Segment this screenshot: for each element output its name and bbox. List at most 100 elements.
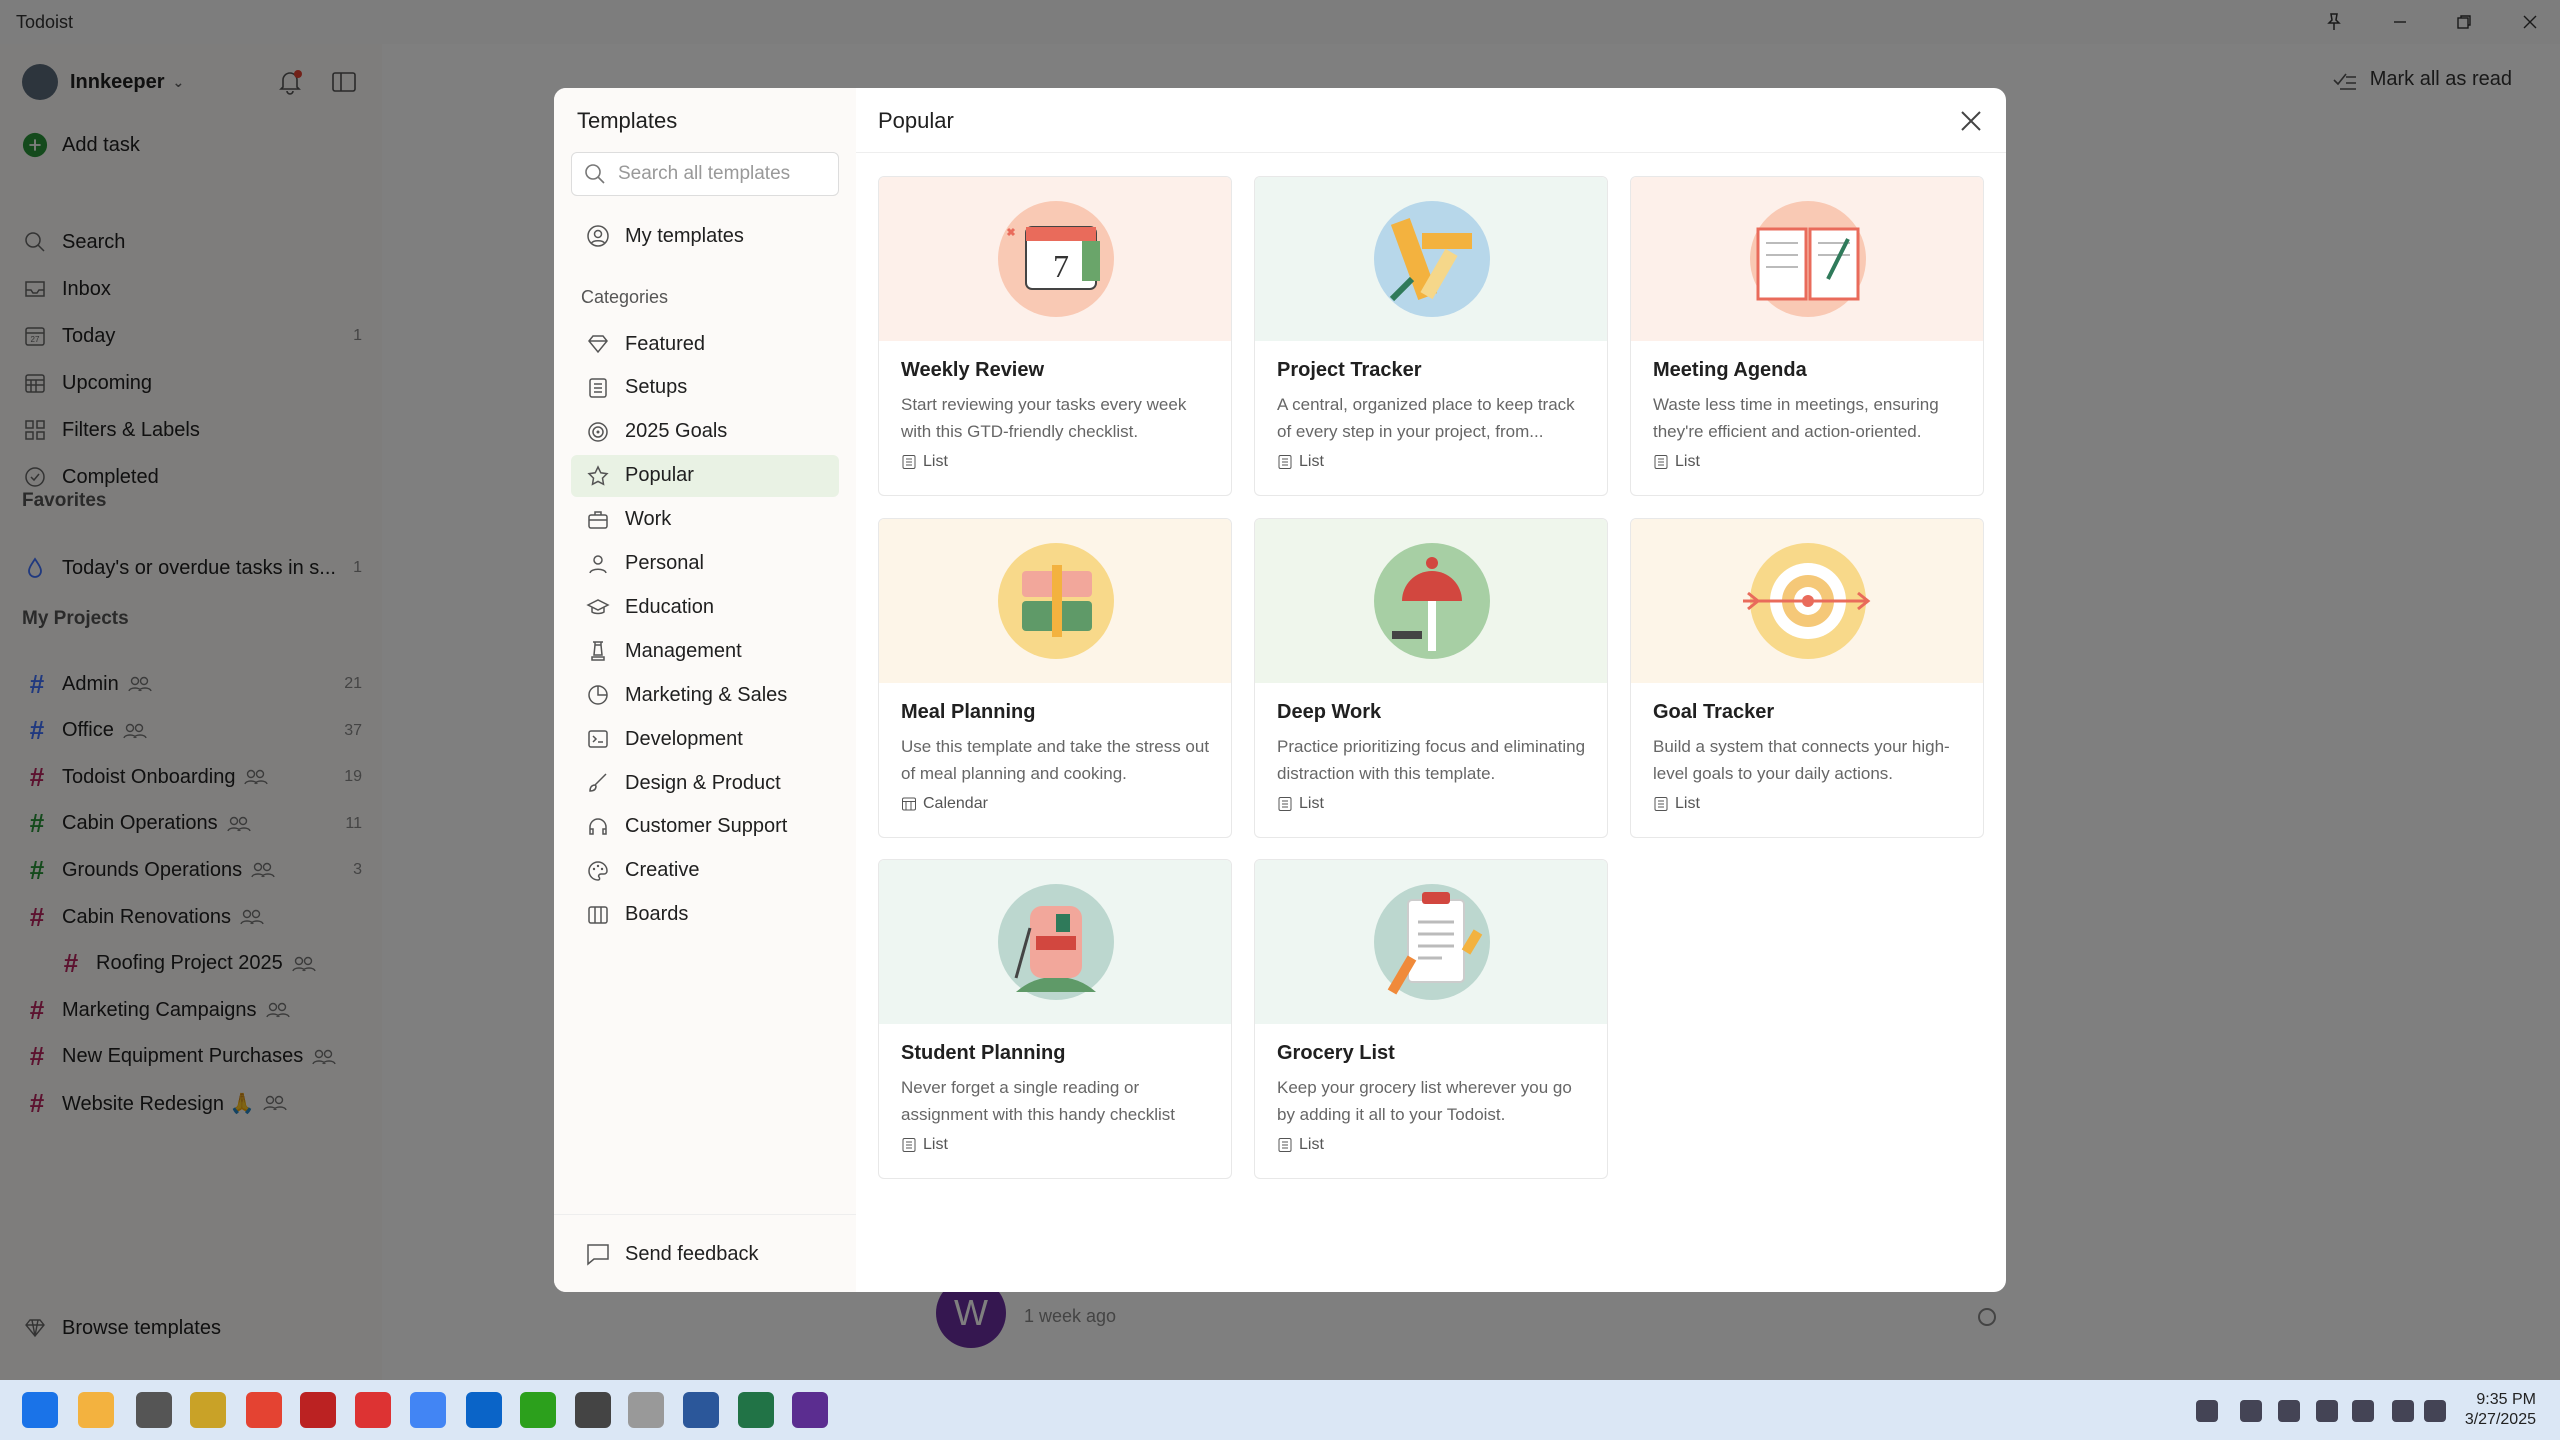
taskbar-app-icon[interactable] xyxy=(628,1392,664,1428)
target-icon xyxy=(585,419,611,445)
chevron-up-icon[interactable] xyxy=(2196,1400,2218,1422)
template-card-grocery-list[interactable]: Grocery List Keep your grocery list where… xyxy=(1254,859,1608,1179)
category-setups[interactable]: Setups xyxy=(571,367,839,409)
palette-icon xyxy=(585,858,611,884)
template-type-label: List xyxy=(1299,795,1324,812)
section-title: Popular xyxy=(878,108,954,133)
category-popular[interactable]: Popular xyxy=(571,454,839,497)
taskbar-app-icon[interactable] xyxy=(136,1392,172,1428)
taskbar-app-icon[interactable] xyxy=(190,1392,226,1428)
template-card-student-planning[interactable]: Student Planning Never forget a single re… xyxy=(878,859,1232,1179)
category-personal[interactable]: Personal xyxy=(571,543,839,585)
template-type-label: Calendar xyxy=(923,795,988,812)
template-description: Use this template and take the stress ou… xyxy=(901,737,1210,783)
taskbar-windows-start-icon[interactable] xyxy=(22,1392,58,1428)
volume-icon[interactable] xyxy=(2424,1400,2446,1422)
search-placeholder: Search all templates xyxy=(618,163,791,184)
taskbar-quickbooks-icon[interactable] xyxy=(520,1392,556,1428)
category-label: Management xyxy=(625,639,742,662)
category-label: Development xyxy=(625,727,743,750)
close-icon[interactable] xyxy=(1956,106,1986,136)
send-feedback-button[interactable]: Send feedback xyxy=(571,1233,839,1275)
pie-chart-icon xyxy=(585,682,611,708)
target-arrow-illustration xyxy=(1631,519,1983,683)
categories-heading: Categories xyxy=(581,287,669,307)
list-icon xyxy=(585,375,611,401)
clock-time: 9:35 PM xyxy=(2476,1391,2536,1408)
header-divider xyxy=(856,152,2006,153)
templates-content: Popular 7 Weekly Review Start reviewing yo… xyxy=(856,88,2006,1292)
category-creative[interactable]: Creative xyxy=(571,850,839,892)
category-label: Education xyxy=(625,595,714,618)
template-title: Project Tracker xyxy=(1277,359,1422,381)
template-card-weekly-review[interactable]: 7 Weekly Review Start reviewing your tasks… xyxy=(878,176,1232,496)
category-boards[interactable]: Boards xyxy=(571,894,839,936)
template-description: A central, organized place to keep track… xyxy=(1277,395,1575,441)
category-label: Popular xyxy=(625,464,694,487)
user-circle-icon xyxy=(585,223,611,249)
category-featured[interactable]: Featured xyxy=(571,323,839,365)
template-card-project-tracker[interactable]: Project Tracker A central, organized plac… xyxy=(1254,176,1608,496)
category-label: 2025 Goals xyxy=(625,420,728,443)
taskbar-app-icon[interactable] xyxy=(792,1392,828,1428)
list-icon xyxy=(901,1137,917,1153)
category-work[interactable]: Work xyxy=(571,499,839,541)
template-description: Build a system that connects your high-l… xyxy=(1653,737,1950,783)
category-label: Boards xyxy=(625,903,689,926)
category-customer-support[interactable]: Customer Support xyxy=(571,806,839,848)
template-type: List xyxy=(1277,795,1324,813)
diamond-icon xyxy=(585,331,611,357)
category-label: Personal xyxy=(625,552,704,574)
category-2025-goals[interactable]: 2025 Goals xyxy=(571,411,839,453)
taskbar-todoist-icon[interactable] xyxy=(246,1392,282,1428)
list-icon xyxy=(1277,796,1293,812)
template-title: Meeting Agenda xyxy=(1653,359,1807,381)
taskbar-chrome-icon[interactable] xyxy=(410,1392,446,1428)
template-type-label: List xyxy=(923,453,948,470)
taskbar-snipping-tool-icon[interactable] xyxy=(575,1392,611,1428)
svg-text:7: 7 xyxy=(1053,248,1069,284)
my-templates-item[interactable]: My templates xyxy=(571,215,839,257)
category-marketing-sales[interactable]: Marketing & Sales xyxy=(571,674,839,716)
template-title: Weekly Review xyxy=(901,359,1045,381)
taskbar-vivaldi-icon[interactable] xyxy=(355,1392,391,1428)
template-card-meeting-agenda[interactable]: Meeting Agenda Waste less time in meeting… xyxy=(1630,176,1984,496)
clock[interactable]: 9:35 PM 3/27/2025 xyxy=(2465,1390,2536,1430)
template-type: List xyxy=(1653,453,1700,471)
calendar-illustration: 7 xyxy=(879,177,1231,341)
list-icon xyxy=(901,454,917,470)
person-icon xyxy=(585,551,611,577)
search-input[interactable]: Search all templates xyxy=(571,152,839,196)
template-type: List xyxy=(1653,795,1700,813)
taskbar-outlook-icon[interactable] xyxy=(466,1392,502,1428)
category-label: Work xyxy=(625,508,672,531)
category-design-product[interactable]: Design & Product xyxy=(571,762,839,804)
template-card-meal-planning[interactable]: Meal Planning Use this template and take … xyxy=(878,518,1232,838)
template-card-deep-work[interactable]: Deep Work Practice prioritizing focus and… xyxy=(1254,518,1608,838)
template-description: Waste less time in meetings, ensuring th… xyxy=(1653,395,1939,441)
category-education[interactable]: Education xyxy=(571,586,839,628)
template-type-label: List xyxy=(1299,453,1324,470)
microphone-icon[interactable] xyxy=(2352,1400,2374,1422)
app-tray-icon[interactable] xyxy=(2278,1400,2300,1422)
category-development[interactable]: Development xyxy=(571,718,839,760)
template-description: Keep your grocery list wherever you go b… xyxy=(1277,1078,1572,1124)
taskbar-file-explorer-icon[interactable] xyxy=(78,1392,114,1428)
graduation-cap-icon xyxy=(585,594,611,620)
feedback-icon xyxy=(585,1241,611,1267)
template-description: Never forget a single reading or assignm… xyxy=(901,1078,1176,1124)
list-icon xyxy=(1277,1137,1293,1153)
calendar-icon xyxy=(901,796,917,812)
taskbar-excel-icon[interactable] xyxy=(738,1392,774,1428)
template-title: Deep Work xyxy=(1277,701,1382,723)
bluetooth-icon[interactable] xyxy=(2316,1400,2338,1422)
category-label: Design & Product xyxy=(625,771,781,794)
app-tray-icon[interactable] xyxy=(2240,1400,2262,1422)
taskbar-word-icon[interactable] xyxy=(683,1392,719,1428)
wifi-icon[interactable] xyxy=(2392,1400,2414,1422)
category-management[interactable]: Management xyxy=(571,630,839,672)
template-card-goal-tracker[interactable]: Goal Tracker Build a system that connects… xyxy=(1630,518,1984,838)
list-icon xyxy=(1277,454,1293,470)
taskbar-app-icon[interactable] xyxy=(300,1392,336,1428)
template-description: Practice prioritizing focus and eliminat… xyxy=(1277,737,1586,783)
